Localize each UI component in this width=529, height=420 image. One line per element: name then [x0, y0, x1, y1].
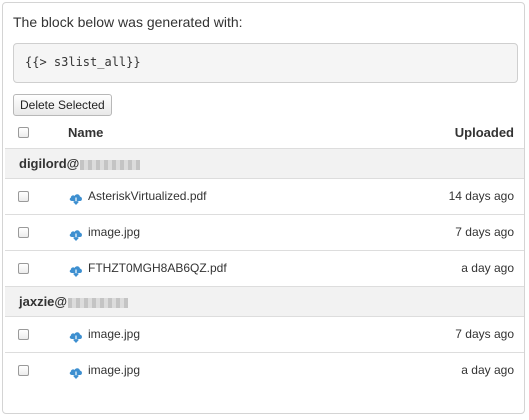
uploaded-column-header: Uploaded: [454, 125, 514, 140]
table-header: Name Uploaded: [5, 118, 524, 148]
name-column-header: Name: [68, 125, 104, 140]
cloud-download-icon[interactable]: [68, 365, 84, 379]
row-checkbox[interactable]: [18, 227, 29, 238]
intro-text: The block below was generated with:: [13, 14, 243, 30]
uploaded-date: 14 days ago: [448, 189, 514, 203]
row-checkbox[interactable]: [18, 263, 29, 274]
file-name[interactable]: FTHZT0MGH8AB6QZ.pdf: [88, 261, 227, 275]
group-row: digilord@: [5, 148, 524, 178]
uploaded-date: 7 days ago: [455, 225, 514, 239]
file-name[interactable]: AsteriskVirtualized.pdf: [88, 189, 207, 203]
select-all-checkbox[interactable]: [18, 127, 29, 138]
group-owner-label: jaxzie@: [19, 294, 129, 309]
cloud-download-icon[interactable]: [68, 263, 84, 277]
cloud-download-icon[interactable]: [68, 329, 84, 343]
cloud-download-icon[interactable]: [68, 191, 84, 205]
main-panel: The block below was generated with: {{> …: [2, 2, 525, 414]
file-name[interactable]: image.jpg: [88, 363, 140, 377]
table-row[interactable]: AsteriskVirtualized.pdf 14 days ago: [5, 178, 524, 214]
redacted-email: [68, 297, 129, 308]
row-checkbox[interactable]: [18, 365, 29, 376]
table-row[interactable]: image.jpg 7 days ago: [5, 316, 524, 352]
redacted-email: [80, 159, 141, 170]
file-name[interactable]: image.jpg: [88, 225, 140, 239]
table-row[interactable]: FTHZT0MGH8AB6QZ.pdf a day ago: [5, 250, 524, 286]
row-checkbox[interactable]: [18, 191, 29, 202]
table-row[interactable]: image.jpg a day ago: [5, 352, 524, 388]
code-block: {{> s3list_all}}: [13, 43, 518, 83]
group-row: jaxzie@: [5, 286, 524, 316]
delete-selected-button[interactable]: Delete Selected: [13, 94, 112, 116]
uploaded-date: a day ago: [461, 363, 514, 377]
table-row[interactable]: image.jpg 7 days ago: [5, 214, 524, 250]
row-checkbox[interactable]: [18, 329, 29, 340]
cloud-download-icon[interactable]: [68, 227, 84, 241]
uploaded-date: a day ago: [461, 261, 514, 275]
file-name[interactable]: image.jpg: [88, 327, 140, 341]
uploaded-date: 7 days ago: [455, 327, 514, 341]
group-owner-label: digilord@: [19, 156, 141, 171]
